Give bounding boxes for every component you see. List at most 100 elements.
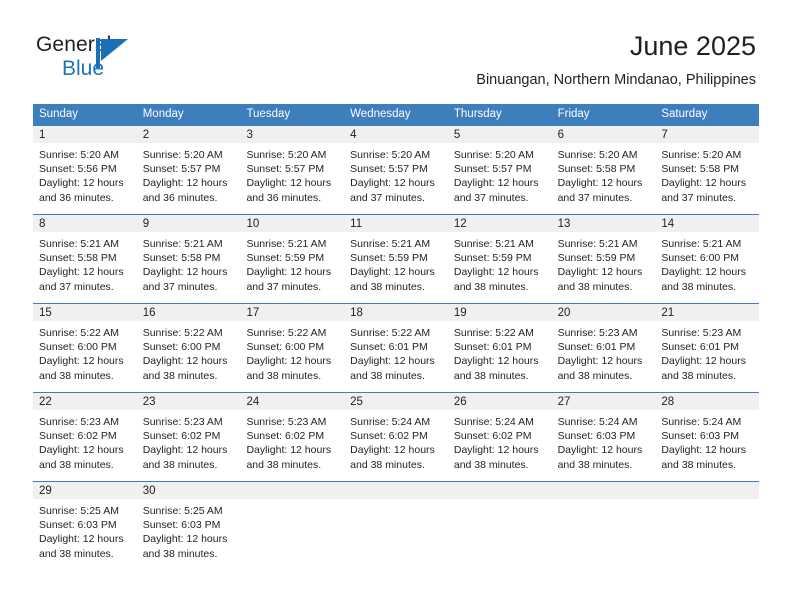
- day-details: Sunrise: 5:23 AM Sunset: 6:02 PM Daylight:…: [137, 410, 241, 478]
- day-cell-14[interactable]: 14 Sunrise: 5:21 AM Sunset: 6:00 PM Dayligh…: [655, 215, 760, 303]
- sunset-text: Sunset: 5:59 PM: [246, 252, 325, 265]
- day-cell-3[interactable]: 3 Sunrise: 5:20 AM Sunset: 5:57 PM Daylight…: [240, 126, 345, 214]
- sunset-text: Sunset: 5:59 PM: [350, 252, 428, 265]
- day-cell-4[interactable]: 4 Sunrise: 5:20 AM Sunset: 5:57 PM Daylight…: [344, 126, 448, 214]
- sunrise-text: Sunrise: 5:23 AM: [246, 416, 327, 428]
- day-number: 29: [33, 482, 137, 499]
- day-number: 13: [551, 215, 656, 232]
- day-details: Sunrise: 5:23 AM Sunset: 6:02 PM Daylight:…: [240, 410, 344, 478]
- day-number: 4: [344, 126, 448, 143]
- daylight-text: Daylight: 12 hours and 38 minutes.: [557, 444, 643, 471]
- day-number: 21: [655, 304, 760, 321]
- day-cell-1[interactable]: 1 Sunrise: 5:20 AM Sunset: 5:56 PM Daylight…: [33, 126, 137, 214]
- sunrise-text: Sunrise: 5:21 AM: [142, 238, 223, 250]
- day-cell-10[interactable]: 10 Sunrise: 5:21 AM Sunset: 5:59 PM Dayligh…: [240, 215, 345, 303]
- sunset-text: Sunset: 5:58 PM: [661, 163, 739, 176]
- daylight-text: Daylight: 12 hours and 38 minutes.: [453, 355, 539, 382]
- day-number: 26: [447, 393, 552, 410]
- sunrise-text: Sunrise: 5:22 AM: [350, 327, 431, 339]
- calendar-week-row: 15 Sunrise: 5:22 AM Sunset: 6:00 PM Dayligh…: [33, 304, 760, 393]
- day-cell-22[interactable]: 22 Sunrise: 5:23 AM Sunset: 6:02 PM Dayligh…: [33, 393, 137, 481]
- day-details: Sunrise: 5:21 AM Sunset: 6:00 PM Daylight:…: [655, 232, 759, 300]
- day-number: 10: [240, 215, 345, 232]
- daylight-text: Daylight: 12 hours and 36 minutes.: [246, 177, 332, 204]
- day-cell-27[interactable]: 27 Sunrise: 5:24 AM Sunset: 6:03 PM Dayligh…: [551, 393, 656, 481]
- sunrise-text: Sunrise: 5:22 AM: [246, 327, 327, 339]
- day-cell-empty: [344, 482, 448, 570]
- sunrise-text: Sunrise: 5:22 AM: [453, 327, 534, 339]
- sunrise-text: Sunrise: 5:24 AM: [557, 416, 638, 428]
- day-number: 15: [33, 304, 137, 321]
- day-cell-empty: [240, 482, 345, 570]
- day-number: 30: [136, 482, 241, 499]
- daylight-text: Daylight: 12 hours and 38 minutes.: [39, 533, 124, 560]
- page-title: June 2025: [629, 31, 756, 61]
- day-cell-9[interactable]: 9 Sunrise: 5:21 AM Sunset: 5:58 PM Daylight…: [136, 215, 241, 303]
- sunset-text: Sunset: 6:02 PM: [142, 430, 221, 443]
- daylight-text: Daylight: 12 hours and 37 minutes.: [142, 266, 228, 293]
- daylight-text: Daylight: 12 hours and 38 minutes.: [453, 266, 539, 293]
- page-header: General Blue June 2025 Binuangan, Northe…: [0, 0, 792, 88]
- sunset-text: Sunset: 6:00 PM: [246, 341, 325, 354]
- sunset-text: Sunset: 5:57 PM: [350, 163, 428, 176]
- day-cell-12[interactable]: 12 Sunrise: 5:21 AM Sunset: 5:59 PM Dayligh…: [447, 215, 552, 303]
- sunset-text: Sunset: 6:01 PM: [453, 341, 532, 354]
- day-cell-13[interactable]: 13 Sunrise: 5:21 AM Sunset: 5:59 PM Dayligh…: [551, 215, 656, 303]
- day-cell-17[interactable]: 17 Sunrise: 5:22 AM Sunset: 6:00 PM Dayligh…: [240, 304, 345, 392]
- day-cell-15[interactable]: 15 Sunrise: 5:22 AM Sunset: 6:00 PM Dayligh…: [33, 304, 137, 392]
- day-details: Sunrise: 5:21 AM Sunset: 5:59 PM Daylight:…: [240, 232, 344, 300]
- day-cell-5[interactable]: 5 Sunrise: 5:20 AM Sunset: 5:57 PM Daylight…: [447, 126, 552, 214]
- day-cell-18[interactable]: 18 Sunrise: 5:22 AM Sunset: 6:01 PM Dayligh…: [344, 304, 448, 392]
- day-cell-20[interactable]: 20 Sunrise: 5:23 AM Sunset: 6:01 PM Dayligh…: [551, 304, 656, 392]
- calendar-week-row: 29 Sunrise: 5:25 AM Sunset: 6:03 PM Dayligh…: [33, 482, 760, 570]
- daylight-text: Daylight: 12 hours and 36 minutes.: [39, 177, 124, 204]
- sunrise-text: Sunrise: 5:20 AM: [350, 149, 431, 161]
- day-number: 25: [344, 393, 448, 410]
- day-cell-2[interactable]: 2 Sunrise: 5:20 AM Sunset: 5:57 PM Daylight…: [136, 126, 241, 214]
- sunset-text: Sunset: 5:57 PM: [246, 163, 325, 176]
- day-details: Sunrise: 5:24 AM Sunset: 6:03 PM Daylight:…: [552, 410, 656, 478]
- sunrise-text: Sunrise: 5:25 AM: [39, 505, 119, 517]
- sunset-text: Sunset: 5:59 PM: [453, 252, 532, 265]
- sunrise-text: Sunrise: 5:23 AM: [661, 327, 742, 339]
- day-cell-7[interactable]: 7 Sunrise: 5:20 AM Sunset: 5:58 PM Daylight…: [655, 126, 760, 214]
- sunrise-text: Sunrise: 5:20 AM: [557, 149, 638, 161]
- daylight-text: Daylight: 12 hours and 38 minutes.: [557, 266, 643, 293]
- day-cell-30[interactable]: 30 Sunrise: 5:25 AM Sunset: 6:03 PM Dayligh…: [136, 482, 241, 570]
- calendar-grid: Sunday Monday Tuesday Wednesday Thursday Frid…: [33, 104, 760, 570]
- day-number: 17: [240, 304, 345, 321]
- sunrise-text: Sunrise: 5:25 AM: [142, 505, 223, 517]
- calendar-weeks: 1 Sunrise: 5:20 AM Sunset: 5:56 PM Daylight…: [33, 126, 760, 570]
- day-number: 22: [33, 393, 137, 410]
- day-cell-11[interactable]: 11 Sunrise: 5:21 AM Sunset: 5:59 PM Dayligh…: [344, 215, 448, 303]
- day-details: [552, 499, 656, 510]
- day-details: Sunrise: 5:23 AM Sunset: 6:02 PM Daylight:…: [33, 410, 137, 478]
- day-number: 1: [33, 126, 137, 143]
- day-cell-19[interactable]: 19 Sunrise: 5:22 AM Sunset: 6:01 PM Dayligh…: [447, 304, 552, 392]
- day-number: 20: [551, 304, 656, 321]
- day-cell-28[interactable]: 28 Sunrise: 5:24 AM Sunset: 6:03 PM Dayligh…: [655, 393, 760, 481]
- day-cell-16[interactable]: 16 Sunrise: 5:22 AM Sunset: 6:00 PM Dayligh…: [136, 304, 241, 392]
- sunset-text: Sunset: 6:02 PM: [246, 430, 325, 443]
- weekday-header-friday: Friday: [557, 108, 590, 120]
- day-cell-26[interactable]: 26 Sunrise: 5:24 AM Sunset: 6:02 PM Dayligh…: [447, 393, 552, 481]
- calendar-week-row: 1 Sunrise: 5:20 AM Sunset: 5:56 PM Daylight…: [33, 126, 760, 215]
- day-number: [240, 482, 345, 499]
- day-cell-6[interactable]: 6 Sunrise: 5:20 AM Sunset: 5:58 PM Daylight…: [551, 126, 656, 214]
- day-number: 28: [655, 393, 760, 410]
- day-number: 27: [551, 393, 656, 410]
- day-cell-25[interactable]: 25 Sunrise: 5:24 AM Sunset: 6:02 PM Dayligh…: [344, 393, 448, 481]
- calendar-week-row: 22 Sunrise: 5:23 AM Sunset: 6:02 PM Dayligh…: [33, 393, 760, 482]
- weekday-header-thursday: Thursday: [453, 108, 502, 120]
- day-cell-24[interactable]: 24 Sunrise: 5:23 AM Sunset: 6:02 PM Dayligh…: [240, 393, 345, 481]
- calendar-week-row: 8 Sunrise: 5:21 AM Sunset: 5:58 PM Daylight…: [33, 215, 760, 304]
- day-details: Sunrise: 5:20 AM Sunset: 5:57 PM Daylight:…: [137, 143, 241, 211]
- day-cell-21[interactable]: 21 Sunrise: 5:23 AM Sunset: 6:01 PM Dayligh…: [655, 304, 760, 392]
- sunset-text: Sunset: 5:58 PM: [142, 252, 221, 265]
- day-cell-23[interactable]: 23 Sunrise: 5:23 AM Sunset: 6:02 PM Dayligh…: [136, 393, 241, 481]
- day-cell-8[interactable]: 8 Sunrise: 5:21 AM Sunset: 5:58 PM Daylight…: [33, 215, 137, 303]
- sunrise-text: Sunrise: 5:20 AM: [246, 149, 327, 161]
- day-details: Sunrise: 5:24 AM Sunset: 6:02 PM Daylight:…: [448, 410, 552, 478]
- sunset-text: Sunset: 6:00 PM: [661, 252, 739, 265]
- day-cell-29[interactable]: 29 Sunrise: 5:25 AM Sunset: 6:03 PM Dayligh…: [33, 482, 137, 570]
